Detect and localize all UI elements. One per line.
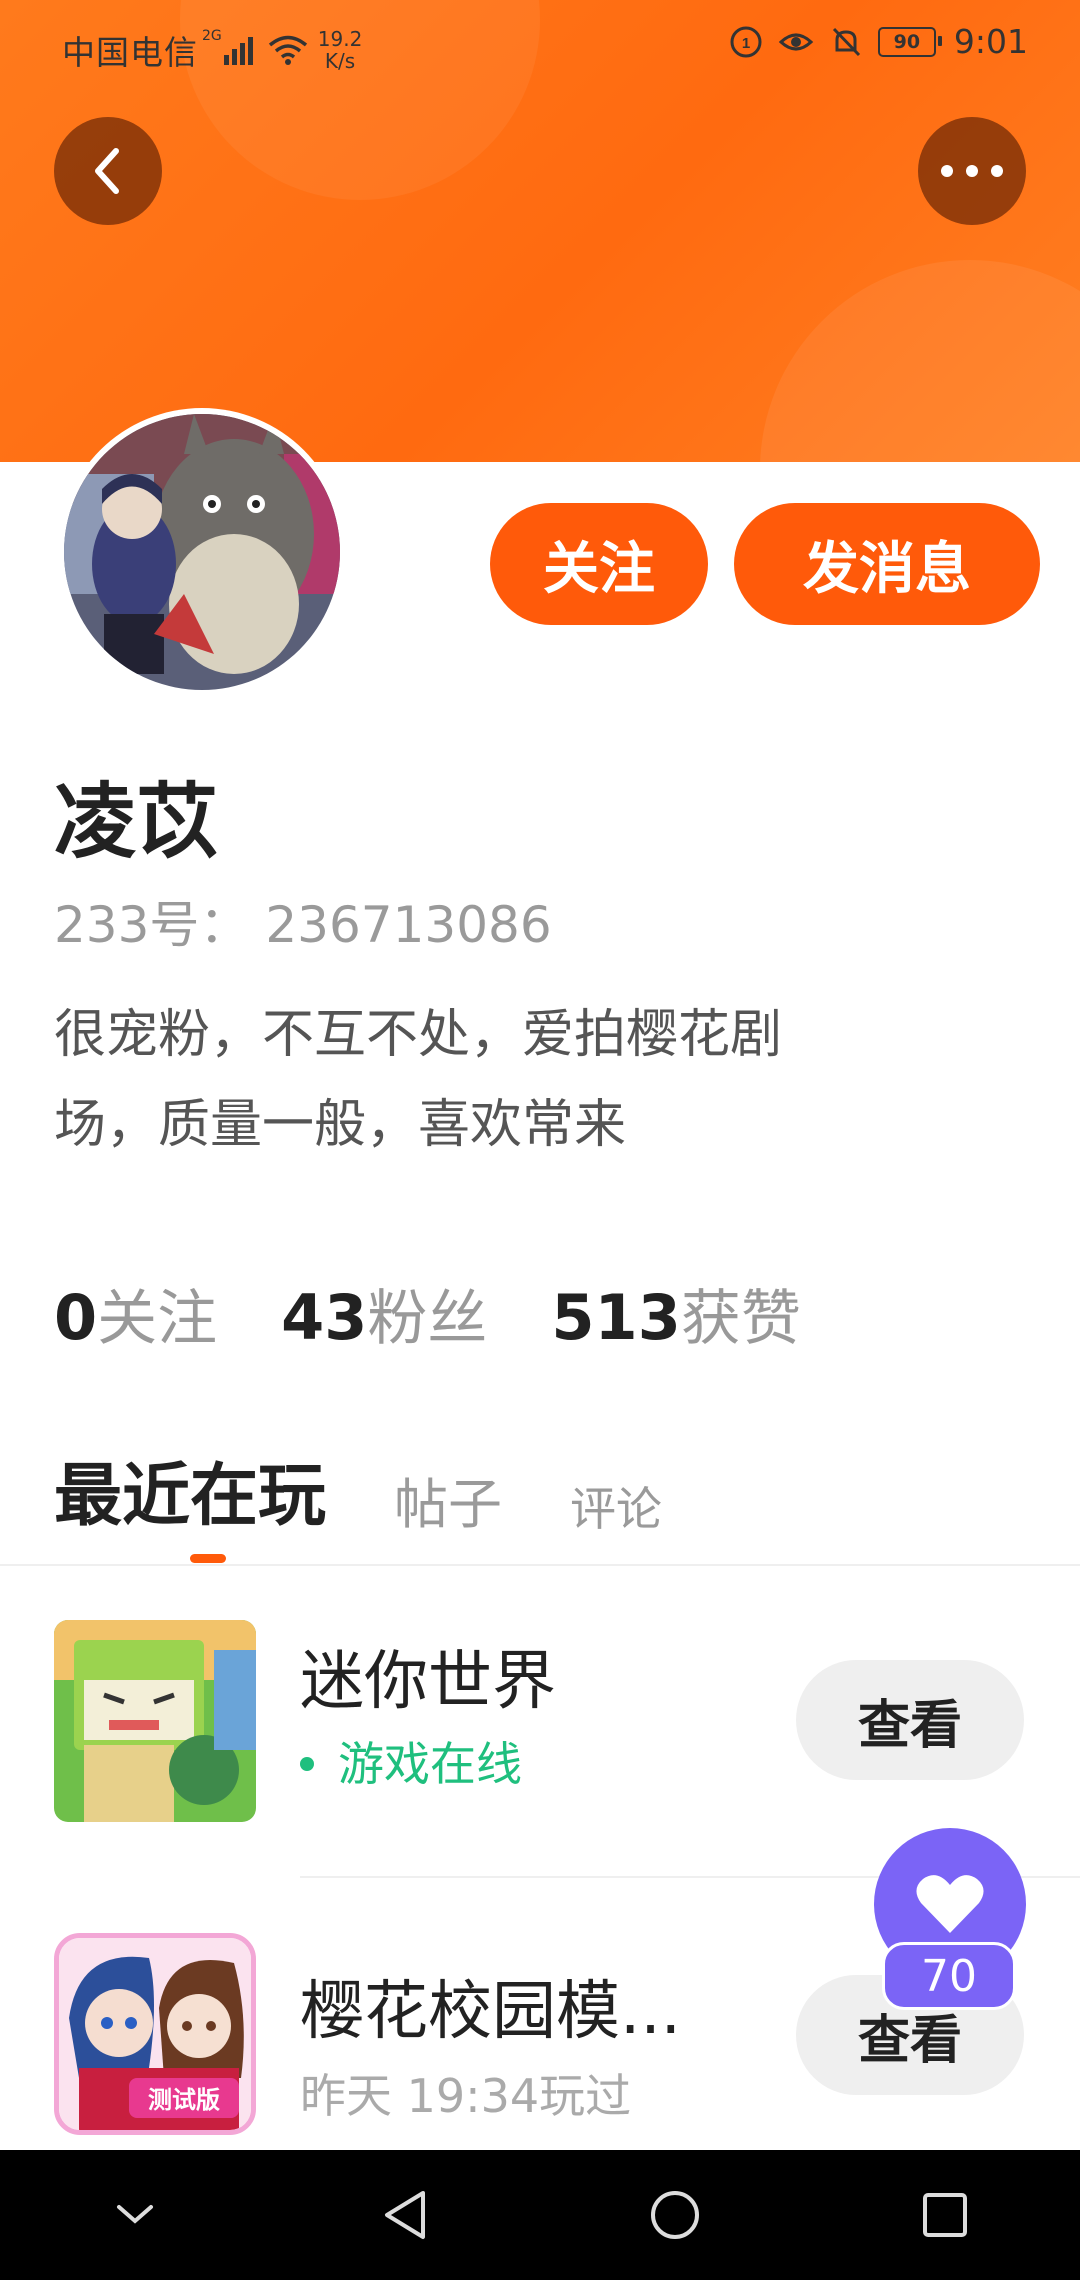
game-icon-mini-world: [54, 1620, 256, 1822]
stat-likes[interactable]: 513 获赞: [551, 1270, 800, 1357]
stat-label: 关注: [97, 1284, 218, 1354]
chevron-down-icon: [117, 2205, 153, 2224]
stat-fans[interactable]: 43 粉丝: [281, 1270, 487, 1357]
heart-icon: [916, 1875, 984, 1933]
stat-label: 粉丝: [367, 1284, 488, 1354]
game-icon-image: 测试版: [59, 1938, 251, 2130]
more-dots-icon: [941, 165, 1003, 177]
follow-button[interactable]: 关注: [490, 503, 708, 625]
game-title: 迷你世界: [300, 1645, 556, 1719]
carrier-name: 中国电信: [62, 33, 198, 72]
stat-value: 0: [54, 1281, 98, 1354]
online-dot-icon: [300, 1756, 314, 1771]
active-tab-indicator: [190, 1554, 226, 1563]
tab-posts[interactable]: 帖子: [394, 1460, 502, 1539]
profile-stats: 0 关注 43 粉丝 513 获赞: [54, 1270, 865, 1357]
status-bar: 中国电信 2G 19.2 K/s 1 90 9:01: [0, 0, 1080, 92]
nav-home-button[interactable]: [635, 2175, 715, 2255]
avatar-image: [64, 414, 340, 690]
list-item[interactable]: 迷你世界 游戏在线 查看: [0, 1570, 1080, 1870]
nav-recents-button[interactable]: [905, 2175, 985, 2255]
user-bio: 很宠粉，不互不处，爱拍樱花剧 场，质量一般，喜欢常来: [54, 1005, 783, 1155]
square-recents-icon: [923, 2193, 967, 2237]
stat-value: 513: [551, 1281, 681, 1354]
network-type: 2G: [202, 28, 222, 44]
game-icon-image: [54, 1620, 256, 1822]
divider: [0, 1564, 1080, 1566]
data-saver-icon: 1: [730, 26, 762, 57]
send-message-button[interactable]: 发消息: [734, 503, 1040, 625]
username: 凌苡: [54, 775, 219, 870]
profile-cover: 中国电信 2G 19.2 K/s 1 90 9:01: [0, 0, 1080, 462]
like-count-badge: 70: [882, 1942, 1016, 2010]
cover-decoration: [760, 260, 1080, 462]
back-button[interactable]: [54, 117, 162, 225]
tab-recently-played[interactable]: 最近在玩: [54, 1440, 326, 1539]
stat-value: 43: [281, 1281, 368, 1354]
user-id: 233号： 236713086: [54, 896, 552, 954]
signal-icon: [223, 35, 256, 65]
more-button[interactable]: [918, 117, 1026, 225]
tab-comments[interactable]: 评论: [570, 1473, 662, 1539]
eye-comfort-icon: [778, 33, 814, 50]
mute-bell-icon: [832, 27, 860, 56]
game-title: 樱花校园模...: [300, 1975, 682, 2049]
circle-home-icon: [651, 2191, 699, 2239]
triangle-back-icon: [385, 2191, 425, 2239]
network-speed: 19.2 K/s: [317, 27, 363, 73]
stat-following[interactable]: 0 关注: [54, 1270, 217, 1357]
stat-label: 获赞: [680, 1284, 801, 1354]
icon-badge-text: 测试版: [148, 2086, 220, 2114]
battery-icon: 90: [877, 26, 942, 57]
game-icon-sakura-school: 测试版: [54, 1933, 256, 2135]
system-nav-bar: [0, 2150, 1080, 2280]
profile-tabs: 最近在玩 帖子 评论: [54, 1440, 730, 1539]
clock: 9:01: [953, 22, 1028, 61]
wifi-icon: [268, 35, 307, 65]
avatar[interactable]: [58, 408, 346, 696]
nav-back-button[interactable]: [365, 2175, 445, 2255]
game-status: 昨天 19:34玩过: [300, 2069, 632, 2123]
view-button[interactable]: 查看: [796, 1660, 1024, 1780]
svg-text:1: 1: [742, 35, 750, 52]
game-status: 游戏在线: [300, 1728, 522, 1794]
nav-collapse-button[interactable]: [95, 2175, 175, 2255]
battery-level: 90: [893, 30, 921, 53]
chevron-left-icon: [95, 148, 119, 194]
